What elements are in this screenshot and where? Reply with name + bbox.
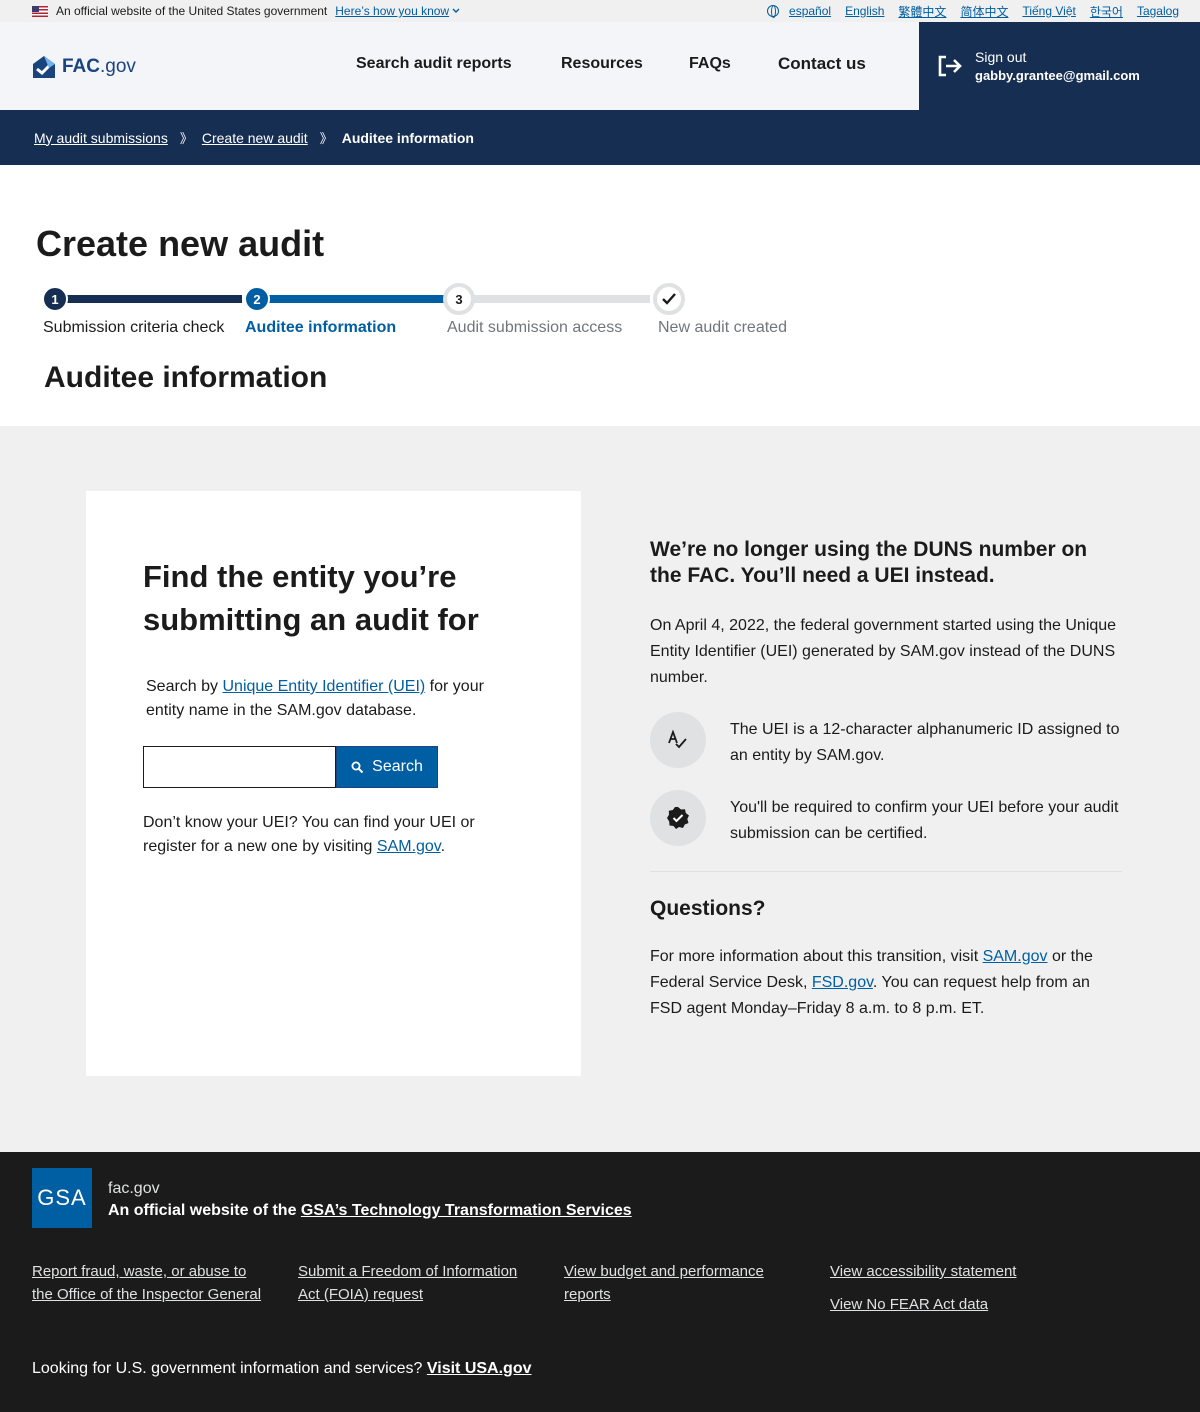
language-selector: español English 繁體中文 简体中文 Tiếng Việt 한국어… [767,0,1179,22]
fsd-gov-link[interactable]: FSD.gov [812,974,873,991]
step-1-label: Submission criteria check [43,319,225,336]
info-title: We’re no longer using the DUNS number on… [650,538,1088,587]
info-feature: The UEI is a 12-character alphanumeric I… [650,712,1122,769]
lang-korean[interactable]: 한국어 [1090,3,1123,20]
logo-text-bold: FAC [62,56,100,77]
footer-link-budget[interactable]: View budget and performance reports [564,1260,784,1306]
gsa-logo: GSA [32,1168,92,1228]
site-header: FAC.gov Search audit reports Resources F… [0,22,1200,110]
footer-column: Submit a Freedom of Information Act (FOI… [298,1260,528,1306]
step-2-circle: 2 [244,286,270,312]
footer-column: View accessibility statement View No FEA… [830,1260,1090,1316]
search-button-label: Search [372,758,423,775]
breadcrumb: My audit submissions 》 Create new audit … [0,110,1200,165]
sign-out-label: Sign out [975,49,1027,65]
footer-site-name: fac.gov [108,1180,160,1197]
search-card-title: Find the entity you’re submitting an aud… [143,559,479,637]
page-title: Create new audit [36,223,325,264]
uei-search-input[interactable] [143,746,336,788]
footer-link-report-fraud[interactable]: Report fraud, waste, or abuse to the Off… [32,1260,262,1306]
questions-body: For more information about this transiti… [650,944,1122,1022]
us-flag-icon [32,5,48,17]
help-text-after: . [440,838,446,855]
breadcrumb-my-audit-submissions[interactable]: My audit submissions [34,130,168,146]
footer-usa-text: Looking for U.S. government information … [32,1360,427,1377]
lang-traditional-chinese[interactable]: 繁體中文 [898,3,946,20]
footer-link-no-fear[interactable]: View No FEAR Act data [830,1293,1090,1316]
feature-text: You'll be required to confirm your UEI b… [730,799,1119,842]
footer-official-text: An official website of the GSA’s Technol… [108,1202,632,1220]
main-content: Find the entity you’re submitting an aud… [0,426,1200,1152]
logo-text: FAC.gov [62,56,136,78]
divider [650,871,1122,872]
gov-banner: An official website of the United States… [0,0,1200,22]
official-site-text: An official website of the United States… [56,4,328,18]
chevron-down-icon [452,8,460,13]
search-icon [351,761,364,773]
uei-search-card: Find the entity you’re submitting an aud… [86,491,581,1076]
nav-faqs[interactable]: FAQs [689,55,731,73]
nav-contact-us[interactable]: Contact us [778,54,866,74]
section-title: Auditee information [44,361,328,394]
sign-out-button[interactable]: Sign out gabby.grantee@gmail.com [919,22,1200,110]
step-connector-2 [269,295,445,303]
sam-gov-link[interactable]: SAM.gov [377,838,441,855]
desc-text-before: Search by [146,678,223,695]
step-connector-1 [67,295,242,303]
search-card-help: Don’t know your UEI? You can find your U… [143,811,523,859]
step-connector-3 [470,295,650,303]
logo-text-rest: .gov [100,56,136,77]
globe-icon [767,5,780,18]
lang-simplified-chinese[interactable]: 简体中文 [960,3,1008,20]
duns-info-panel: We’re no longer using the DUNS number on… [650,537,1122,1022]
nav-resources[interactable]: Resources [561,55,643,73]
step-4-label: New audit created [658,319,787,336]
user-block: Sign out gabby.grantee@gmail.com [975,49,1140,83]
lang-tagalog[interactable]: Tagalog [1137,4,1179,18]
header-main: FAC.gov Search audit reports Resources F… [0,22,919,110]
breadcrumb-current: Auditee information [341,129,474,146]
footer-link-accessibility[interactable]: View accessibility statement [830,1260,1090,1283]
breadcrumb-separator: 》 [179,131,193,146]
search-card-description: Search by Unique Entity Identifier (UEI)… [146,675,526,723]
fac-logo[interactable]: FAC.gov [32,55,136,79]
feature-text: The UEI is a 12-character alphanumeric I… [730,721,1120,764]
breadcrumb-separator: 》 [319,131,333,146]
breadcrumb-create-new-audit[interactable]: Create new audit [202,130,308,146]
sam-gov-link[interactable]: SAM.gov [983,948,1048,965]
footer-usa-gov: Looking for U.S. government information … [32,1360,532,1378]
heres-how-you-know-link[interactable]: Here’s how you know [335,4,460,18]
step-3-circle: 3 [443,283,475,315]
site-footer: GSA fac.gov An official website of the G… [0,1152,1200,1412]
title-section: Create new audit 1 2 3 Submission criter… [0,165,1200,426]
verified-badge-icon [650,790,706,846]
footer-column: View budget and performance reports [564,1260,784,1306]
sign-out-icon [938,55,962,77]
step-4-circle [653,283,685,315]
footer-link-foia[interactable]: Submit a Freedom of Information Act (FOI… [298,1260,528,1306]
step-3-label: Audit submission access [447,319,623,336]
q-text-before: For more information about this transiti… [650,948,983,965]
user-email: gabby.grantee@gmail.com [975,68,1140,83]
usa-gov-link[interactable]: Visit USA.gov [427,1360,532,1377]
footer-official-prefix: An official website of the [108,1202,301,1219]
heres-how-you-know-label: Here’s how you know [335,4,450,18]
step-2-label: Auditee information [245,319,397,336]
uei-link[interactable]: Unique Entity Identifier (UEI) [222,678,425,695]
lang-english[interactable]: English [845,4,884,18]
info-feature: You'll be required to confirm your UEI b… [650,790,1122,847]
spellcheck-icon [650,712,706,768]
step-1-circle: 1 [42,286,68,312]
fac-logo-icon [33,56,55,78]
tts-link[interactable]: GSA’s Technology Transformation Services [301,1202,632,1219]
search-button[interactable]: Search [336,746,438,788]
footer-column: Report fraud, waste, or abuse to the Off… [32,1260,262,1306]
nav-search-audit-reports[interactable]: Search audit reports [356,55,512,73]
lang-espanol[interactable]: español [789,4,831,18]
lang-vietnamese[interactable]: Tiếng Việt [1022,4,1075,18]
info-body: On April 4, 2022, the federal government… [650,617,1117,686]
check-icon [662,293,676,305]
questions-title: Questions? [650,897,766,920]
